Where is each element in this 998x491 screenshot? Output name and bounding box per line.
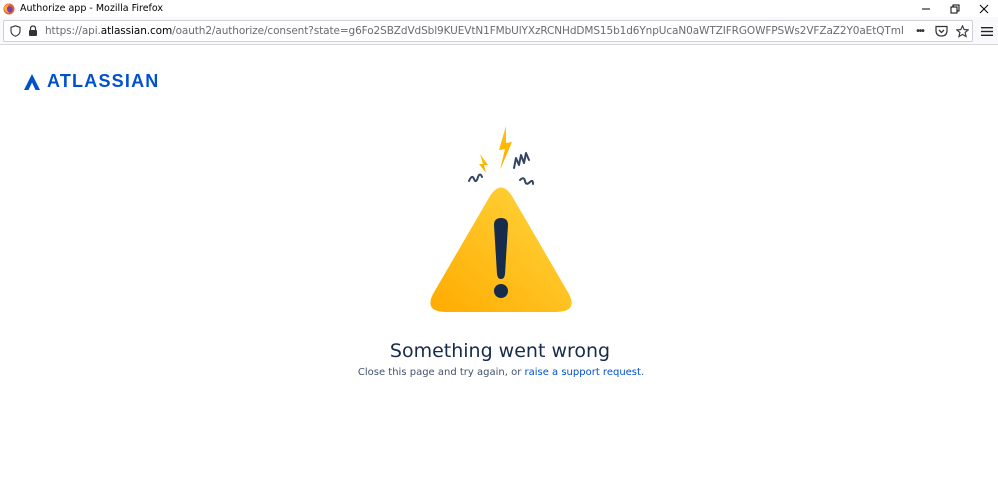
warning-illustration <box>430 126 572 312</box>
hamburger-menu-button[interactable] <box>978 22 996 40</box>
close-icon <box>979 4 988 13</box>
firefox-icon <box>3 3 15 15</box>
pocket-icon <box>934 25 948 37</box>
atlassian-mark-icon <box>24 73 40 90</box>
raise-support-request-link[interactable]: raise a support request <box>524 367 640 378</box>
close-window-button[interactable] <box>969 0 998 17</box>
squiggle-right-icon <box>519 177 534 185</box>
url-path: /oauth2/authorize/consent?state=g6Fo2SBZ… <box>172 25 903 37</box>
more-dots: ••• <box>916 25 924 37</box>
error-message-prefix: Close this page and try again, or <box>357 367 525 378</box>
lightning-bolt-large-icon <box>499 126 512 170</box>
lightning-bolt-small-icon <box>479 154 488 173</box>
lock-icon[interactable] <box>26 24 40 38</box>
squiggle-left-icon <box>468 173 483 183</box>
url-text[interactable]: https://api.atlassian.com/oauth2/authori… <box>45 25 903 37</box>
error-message: Close this page and try again, or raise … <box>0 367 998 378</box>
url-prefix: https://api. <box>45 25 101 37</box>
bookmark-star-button[interactable] <box>954 23 970 39</box>
restore-button[interactable] <box>940 0 969 17</box>
minimize-icon <box>921 8 930 9</box>
tracking-protection-shield-icon[interactable] <box>8 24 22 38</box>
brand-name: ATLASSIAN <box>47 71 160 91</box>
error-heading: Something went wrong <box>389 340 611 362</box>
window-titlebar: Authorize app - Mozilla Firefox <box>0 0 998 17</box>
exclamation-dot <box>494 284 508 298</box>
minimize-button[interactable] <box>911 0 940 17</box>
page-actions-button[interactable]: ••• <box>912 23 928 39</box>
star-icon <box>955 24 969 38</box>
menu-icon <box>981 26 993 36</box>
atlassian-logo[interactable]: ATLASSIAN <box>23 71 159 92</box>
window-title: Authorize app - Mozilla Firefox <box>20 3 164 14</box>
pocket-button[interactable] <box>933 23 949 39</box>
error-message-suffix: . <box>640 367 645 378</box>
browser-toolbar: https://api.atlassian.com/oauth2/authori… <box>0 17 998 45</box>
url-bar[interactable]: https://api.atlassian.com/oauth2/authori… <box>3 20 973 42</box>
url-host: atlassian.com <box>100 25 173 37</box>
restore-icon <box>950 4 959 13</box>
squiggle-top-right-icon <box>513 152 530 169</box>
